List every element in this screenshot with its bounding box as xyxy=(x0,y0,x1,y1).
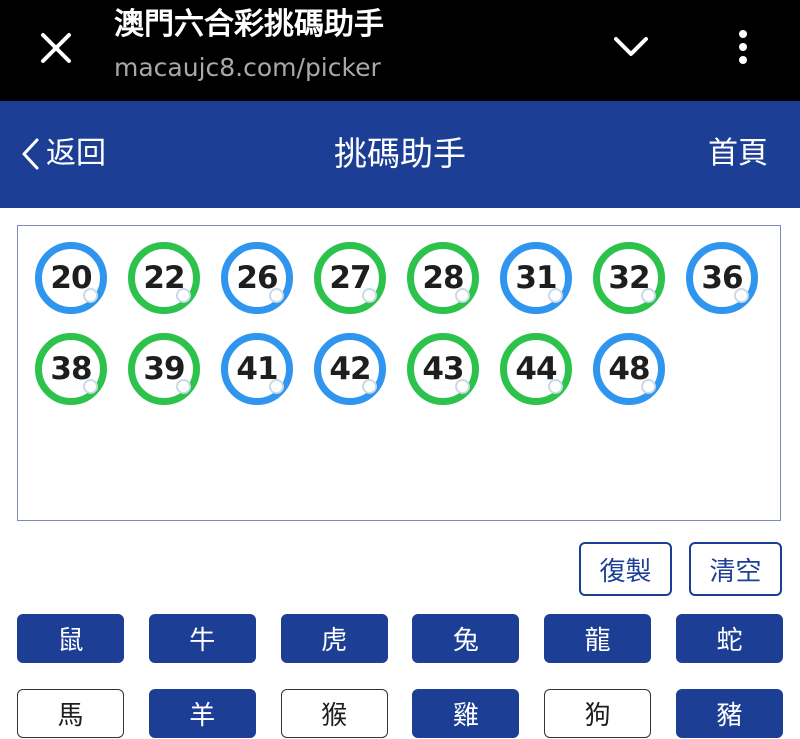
ball-gloss xyxy=(269,379,284,394)
copy-button[interactable]: 復製 xyxy=(579,542,672,596)
browser-toolbar: 澳門六合彩挑碼助手 macaujc8.com/picker xyxy=(0,0,800,101)
browser-page-title: 澳門六合彩挑碼助手 xyxy=(114,7,384,42)
chevron-left-icon xyxy=(22,138,39,170)
chevron-down-icon[interactable] xyxy=(606,22,656,72)
zodiac-row: 馬羊猴雞狗豬 xyxy=(17,689,783,738)
back-button[interactable]: 返回 xyxy=(20,132,106,176)
ball-gloss xyxy=(548,288,563,303)
home-link[interactable]: 首頁 xyxy=(708,132,768,176)
ball-gloss xyxy=(362,379,377,394)
ball-gloss xyxy=(641,379,656,394)
zodiac-button[interactable]: 龍 xyxy=(544,614,652,663)
number-ball[interactable]: 44 xyxy=(500,333,572,405)
number-ball[interactable]: 32 xyxy=(593,242,665,314)
close-icon[interactable] xyxy=(32,24,80,72)
ball-gloss xyxy=(362,288,377,303)
zodiac-button[interactable]: 兔 xyxy=(412,614,520,663)
browser-url[interactable]: macaujc8.com/picker xyxy=(114,52,381,84)
ball-gloss xyxy=(83,379,98,394)
zodiac-button[interactable]: 蛇 xyxy=(675,614,783,663)
selected-numbers-panel: 20 22 26 27 28 31 32 36 38 39 41 42 43 44 48 xyxy=(17,225,781,521)
ball-gloss xyxy=(176,379,191,394)
number-ball[interactable]: 42 xyxy=(314,333,386,405)
zodiac-button[interactable]: 羊 xyxy=(148,689,256,738)
number-ball[interactable]: 41 xyxy=(221,333,293,405)
clear-button[interactable]: 清空 xyxy=(689,542,782,596)
number-balls: 20 22 26 27 28 31 32 36 38 39 41 42 43 44 48 xyxy=(35,242,775,405)
ball-gloss xyxy=(548,379,563,394)
more-vertical-icon[interactable] xyxy=(720,22,766,72)
zodiac-button[interactable]: 雞 xyxy=(412,689,520,738)
ball-gloss xyxy=(83,288,98,303)
number-ball[interactable]: 22 xyxy=(128,242,200,314)
number-ball[interactable]: 36 xyxy=(686,242,758,314)
number-ball[interactable]: 26 xyxy=(221,242,293,314)
zodiac-row: 鼠牛虎兔龍蛇 xyxy=(17,614,783,663)
back-label: 返回 xyxy=(46,136,106,171)
zodiac-button[interactable]: 牛 xyxy=(148,614,256,663)
ball-gloss xyxy=(455,379,470,394)
ball-gloss xyxy=(734,288,749,303)
number-ball[interactable]: 39 xyxy=(128,333,200,405)
number-ball[interactable]: 48 xyxy=(593,333,665,405)
number-ball[interactable]: 31 xyxy=(500,242,572,314)
zodiac-button[interactable]: 猴 xyxy=(280,689,388,738)
ball-gloss xyxy=(641,288,656,303)
number-ball[interactable]: 27 xyxy=(314,242,386,314)
app-header: 返回 挑碼助手 首頁 xyxy=(0,101,800,208)
zodiac-button[interactable]: 馬 xyxy=(17,689,124,738)
page-title: 挑碼助手 xyxy=(334,134,466,173)
number-ball[interactable]: 28 xyxy=(407,242,479,314)
number-ball[interactable]: 20 xyxy=(35,242,107,314)
number-ball[interactable]: 38 xyxy=(35,333,107,405)
zodiac-button[interactable]: 狗 xyxy=(544,689,652,738)
zodiac-button[interactable]: 豬 xyxy=(675,689,783,738)
ball-gloss xyxy=(269,288,284,303)
ball-gloss xyxy=(455,288,470,303)
zodiac-button[interactable]: 鼠 xyxy=(17,614,124,663)
ball-gloss xyxy=(176,288,191,303)
number-ball[interactable]: 43 xyxy=(407,333,479,405)
zodiac-button[interactable]: 虎 xyxy=(280,614,388,663)
